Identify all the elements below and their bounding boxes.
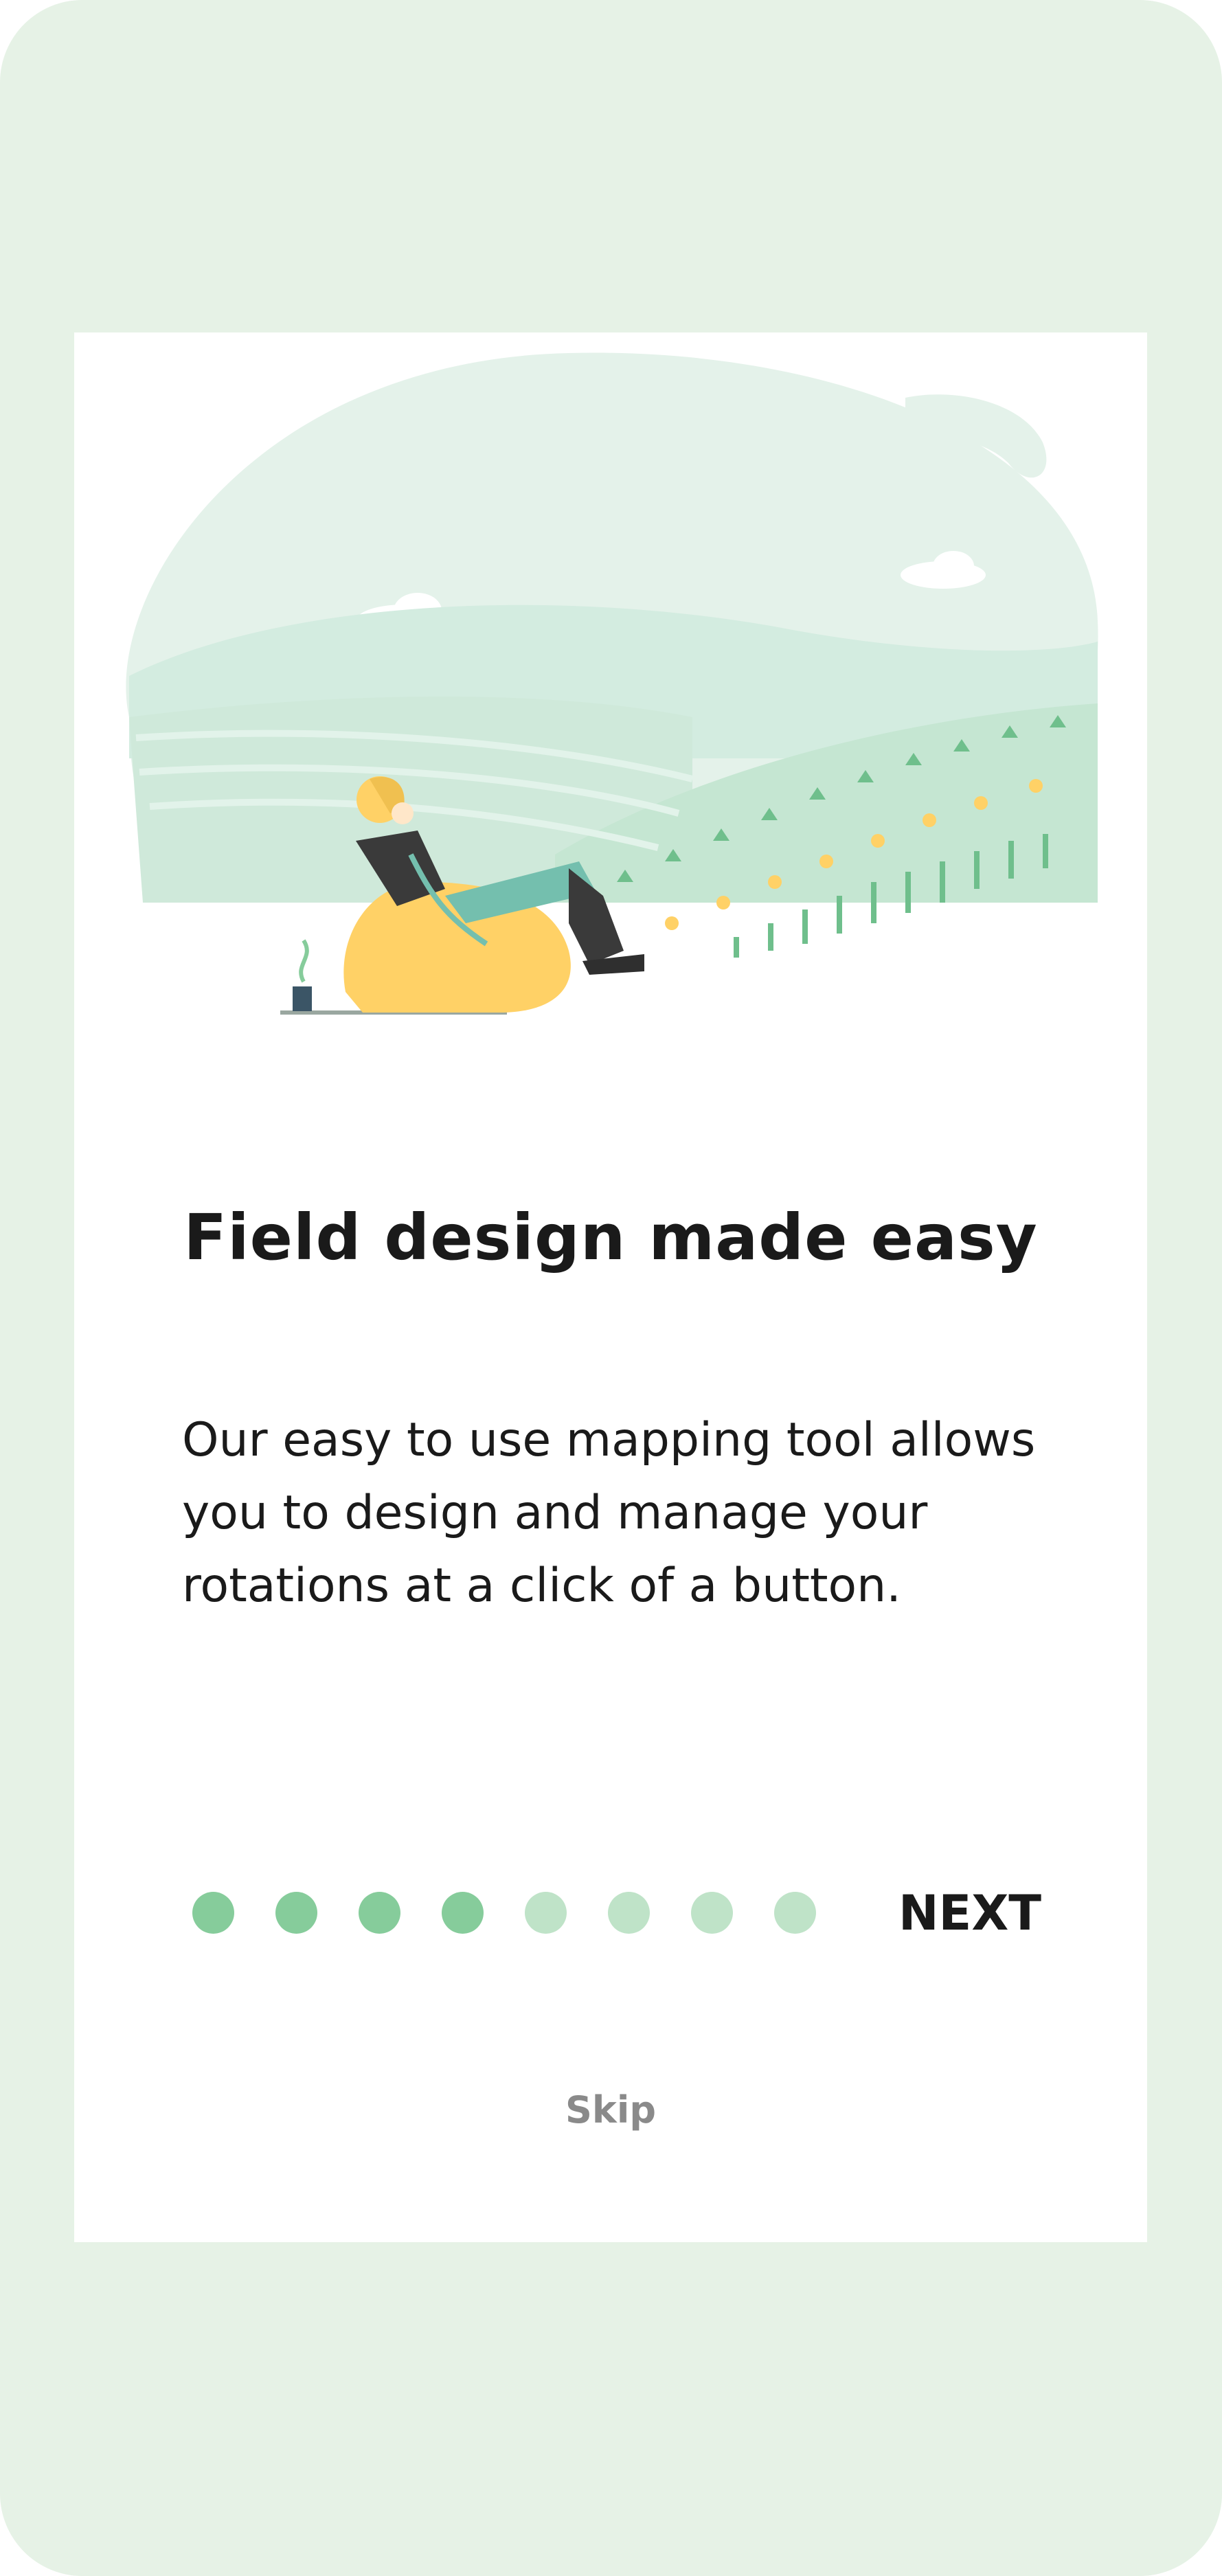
- device-background: Field design made easy Our easy to use m…: [0, 0, 1222, 2576]
- field-illustration: [126, 352, 1098, 1015]
- pagination-dot-4[interactable]: [442, 1892, 484, 1934]
- skip-button[interactable]: Skip: [74, 2088, 1147, 2132]
- pagination-dot-2[interactable]: [275, 1892, 317, 1934]
- pagination-dot-6[interactable]: [608, 1892, 650, 1934]
- onboarding-description: Our easy to use mapping tool allows you …: [182, 1413, 1036, 1613]
- next-button[interactable]: NEXT: [890, 1885, 1050, 1941]
- pagination-dot-5[interactable]: [525, 1892, 567, 1934]
- pagination-dot-8[interactable]: [774, 1892, 816, 1934]
- pagination-dot-7[interactable]: [691, 1892, 733, 1934]
- onboarding-title: Field design made easy: [183, 1201, 1038, 1274]
- coffee-cup-icon: [293, 986, 312, 1011]
- onboarding-card: Field design made easy Our easy to use m…: [74, 332, 1147, 2242]
- pagination-dot-1[interactable]: [192, 1892, 234, 1934]
- pagination-dot-3[interactable]: [359, 1892, 400, 1934]
- pagination-dots: [192, 1892, 816, 1934]
- cup-steam: [299, 939, 309, 983]
